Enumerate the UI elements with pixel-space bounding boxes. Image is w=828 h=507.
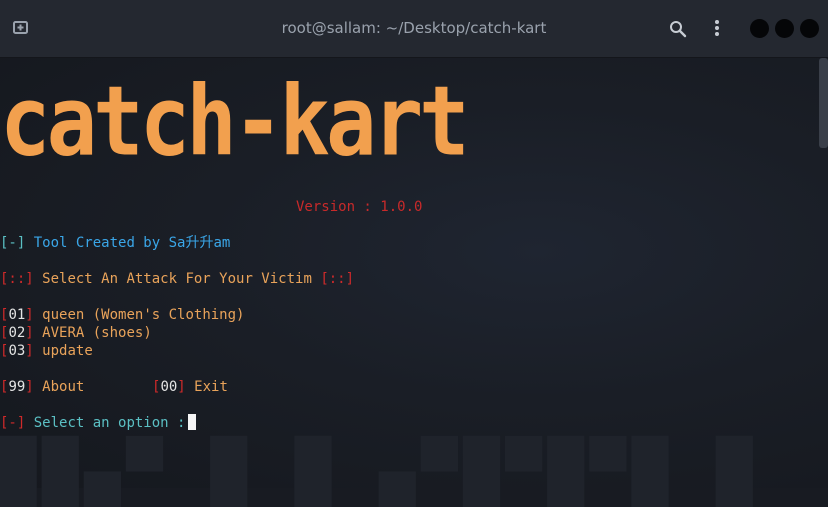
- attack-header: [::] Select An Attack For Your Victim [:…: [0, 270, 354, 288]
- option-number: 01: [8, 307, 26, 323]
- version-text: Version : 1.0.0: [296, 199, 423, 215]
- credit-text: Tool Created by Sa升升am: [33, 235, 231, 251]
- option-label: Exit: [194, 379, 228, 395]
- input-prompt[interactable]: [-] Select an option :: [0, 414, 197, 432]
- window-controls: [750, 19, 819, 38]
- scrollbar[interactable]: [819, 58, 828, 148]
- close-button[interactable]: [800, 19, 819, 38]
- option-label: AVERA (shoes): [42, 325, 152, 341]
- prompt-bracket: [-]: [0, 415, 26, 431]
- credit-bracket: [-]: [0, 235, 26, 251]
- option-number: 02: [8, 325, 26, 341]
- option-row-99: [99] About: [0, 379, 85, 395]
- maximize-button[interactable]: [775, 19, 794, 38]
- header-open: [::]: [0, 271, 34, 287]
- option-label: queen (Women's Clothing): [42, 307, 245, 323]
- credit-line: [-] Tool Created by Sa升升am: [0, 234, 230, 252]
- terminal-area[interactable]: catch-kart Version : 1.0.0 [-] Tool Crea…: [0, 58, 828, 502]
- option-number: 99: [8, 379, 26, 395]
- option-row-01: [01] queen (Women's Clothing): [0, 307, 245, 323]
- window-title: root@sallam: ~/Desktop/catch-kart: [281, 19, 547, 37]
- title-bar: root@sallam: ~/Desktop/catch-kart: [0, 0, 828, 58]
- search-icon[interactable]: [669, 20, 687, 42]
- banner-logo: catch-kart: [0, 64, 470, 178]
- header-close: [::]: [320, 271, 355, 287]
- prompt-text: Select an option :: [33, 415, 186, 431]
- text-cursor: [188, 414, 197, 430]
- option-number: 03: [8, 343, 26, 359]
- option-row-02: [02] AVERA (shoes): [0, 325, 152, 341]
- option-label: About: [42, 379, 85, 395]
- option-number: 00: [160, 379, 178, 395]
- option-label: update: [42, 343, 93, 359]
- minimize-button[interactable]: [750, 19, 769, 38]
- option-row-00: [00] Exit: [152, 379, 228, 395]
- option-row-03: [03] update: [0, 343, 93, 359]
- menu-icon[interactable]: [710, 18, 724, 42]
- header-text: Select An Attack For Your Victim: [42, 271, 312, 287]
- background-decoration: ██▄▀ █ █ ▄▀█▀█▀█ █: [0, 437, 759, 507]
